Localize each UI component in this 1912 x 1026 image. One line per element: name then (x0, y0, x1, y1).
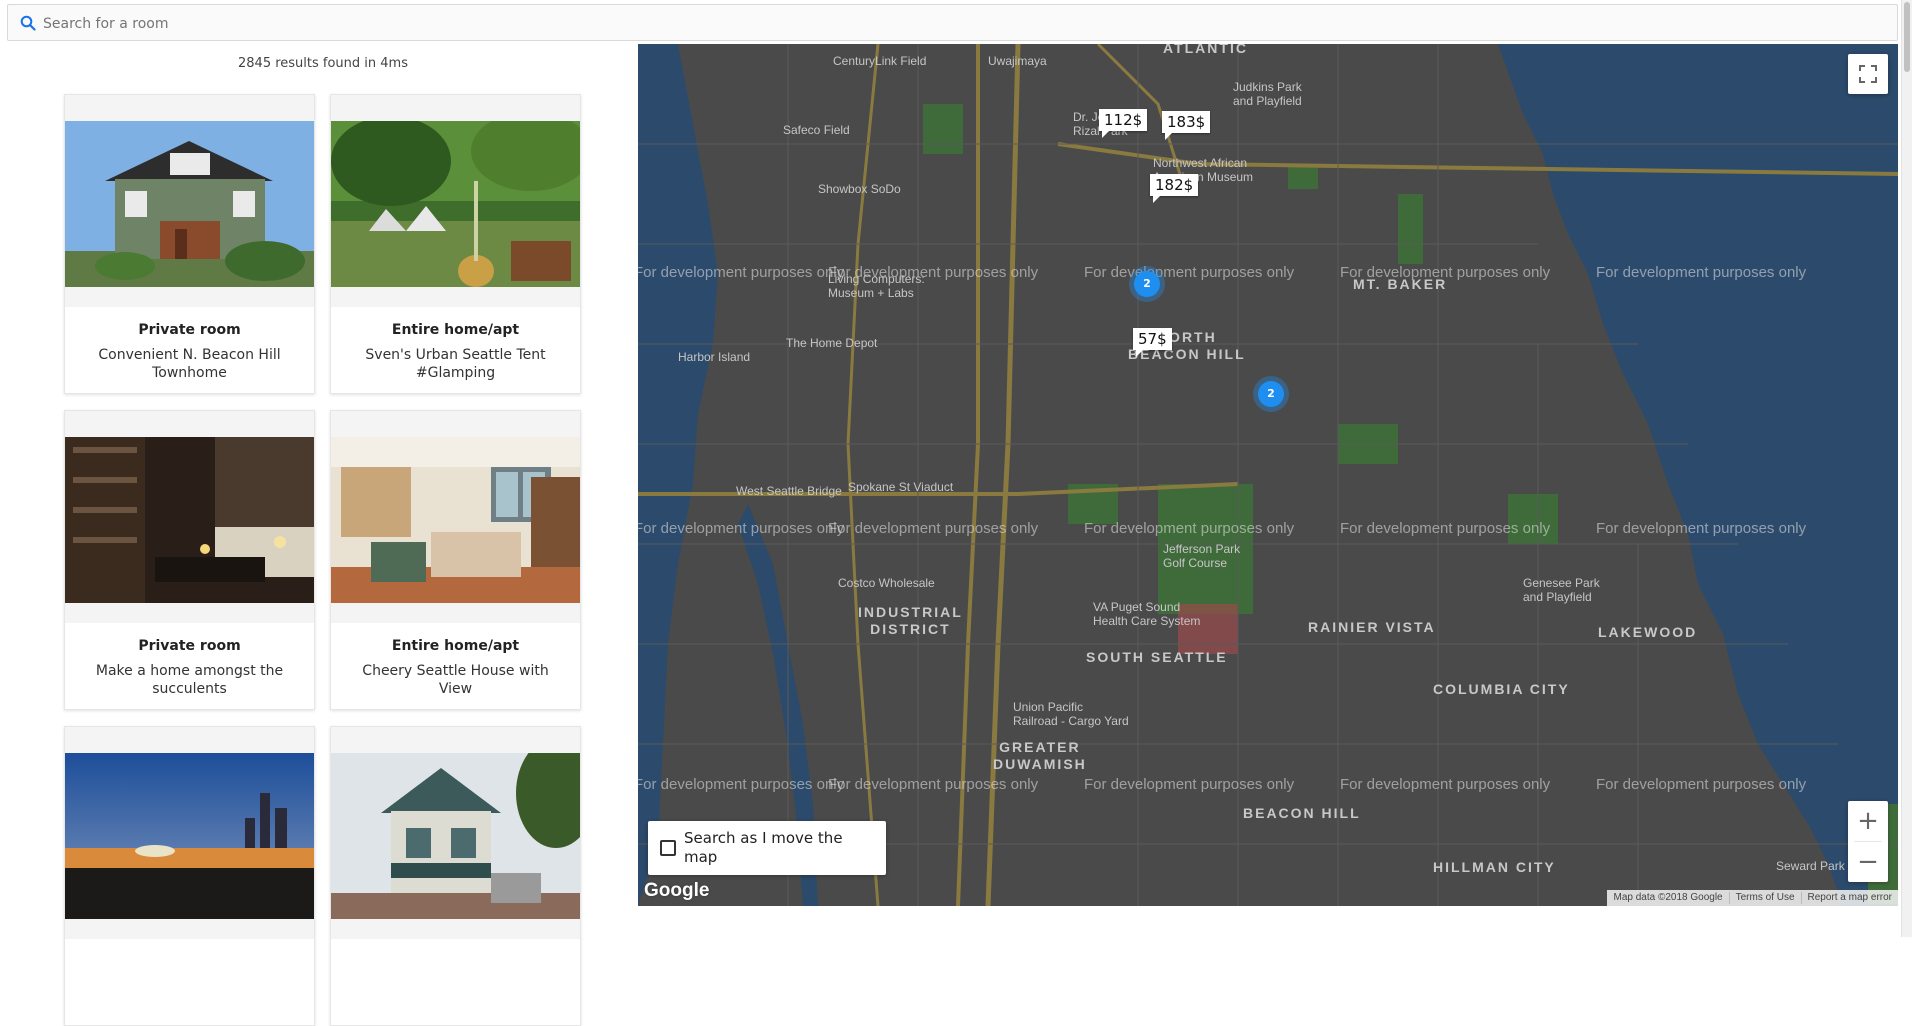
price-marker[interactable]: 183$ (1162, 111, 1211, 140)
listing-card[interactable]: Entire home/apt Sven's Urban Seattle Ten… (330, 94, 581, 394)
price-marker[interactable]: 112$ (1099, 109, 1148, 138)
listing-type: Private room (138, 638, 241, 654)
search-bar[interactable] (7, 4, 1898, 41)
district-label: MT. BAKER (1353, 276, 1448, 292)
dev-watermark: For development purposes only (638, 264, 845, 281)
poi-label: Harbor Island (678, 350, 751, 364)
dev-watermark: For development purposes only (828, 520, 1039, 537)
poi-label: Spokane St Viaduct (848, 480, 954, 494)
poi-label: Seward Park (1776, 859, 1845, 873)
search-as-move-control[interactable]: Search as I move the map (648, 821, 886, 875)
poi-label: Jefferson Park Golf Course (1163, 542, 1241, 570)
listing-photo[interactable] (331, 121, 580, 287)
district-label: COLUMBIA CITY (1433, 681, 1570, 697)
price-marker[interactable]: 57$ (1133, 328, 1172, 357)
map[interactable]: For development purposes only For develo… (638, 44, 1898, 906)
district-label: LAKEWOOD (1598, 624, 1698, 640)
poi-label: Safeco Field (783, 123, 850, 137)
dev-watermark: For development purposes only (1340, 520, 1551, 537)
district-label: HILLMAN CITY (1433, 859, 1556, 875)
listing-photo[interactable] (331, 437, 580, 603)
poi-label: Showbox SoDo (818, 182, 901, 196)
dev-watermark: For development purposes only (1084, 520, 1295, 537)
poi-label: Genesee Park and Playfield (1523, 576, 1600, 604)
fullscreen-icon (1859, 65, 1877, 83)
poi-label: Costco Wholesale (838, 576, 935, 590)
map-data-text: Map data ©2018 Google (1613, 892, 1723, 903)
listing-card[interactable]: Private room Make a home amongst the suc… (64, 410, 315, 710)
dev-watermark: For development purposes only (1596, 264, 1807, 281)
poi-label: CenturyLink Field (833, 54, 927, 68)
fullscreen-button[interactable] (1848, 54, 1888, 94)
poi-label: The Home Depot (786, 336, 878, 350)
district-label: RAINIER VISTA (1308, 619, 1436, 635)
dev-watermark: For development purposes only (1084, 776, 1295, 793)
listing-card[interactable]: Entire home/apt Cheery Seattle House wit… (330, 410, 581, 710)
map-attribution: Map data ©2018 Google Terms of Use Repor… (1607, 890, 1898, 906)
poi-label: Union Pacific Railroad - Cargo Yard (1013, 700, 1129, 728)
zoom-control: + − (1848, 801, 1888, 882)
listing-title[interactable]: Convenient N. Beacon Hill Townhome (79, 346, 300, 382)
search-input[interactable] (41, 9, 1885, 39)
district-label: GREATER DUWAMISH (993, 739, 1087, 772)
district-label: SOUTH SEATTLE (1086, 649, 1228, 665)
poi-label: West Seattle Bridge (736, 484, 842, 498)
listing-photo[interactable] (65, 753, 314, 919)
dev-watermark: For development purposes only (828, 776, 1039, 793)
zoom-in-button[interactable]: + (1848, 801, 1888, 841)
listing-type: Entire home/apt (391, 638, 520, 654)
report-error-link[interactable]: Report a map error (1800, 892, 1898, 904)
listing-photo[interactable] (65, 121, 314, 287)
results-count: 2845 results found in 4ms (238, 56, 408, 71)
zoom-out-button[interactable]: − (1848, 842, 1888, 882)
district-label: ATLANTIC (1163, 44, 1248, 56)
dev-watermark: For development purposes only (1596, 520, 1807, 537)
search-icon (20, 15, 36, 31)
dev-watermark: For development purposes only (1596, 776, 1807, 793)
search-as-move-checkbox[interactable] (660, 840, 676, 856)
poi-label: Uwajimaya (988, 54, 1047, 68)
district-label: BEACON HILL (1243, 805, 1361, 821)
dev-watermark: For development purposes only (638, 520, 845, 537)
google-logo[interactable]: Google (644, 880, 709, 902)
listing-type: Entire home/apt (391, 322, 520, 338)
poi-label: Living Computers: Museum + Labs (828, 272, 925, 300)
poi-label: Judkins Park and Playfield (1233, 80, 1302, 108)
listing-photo[interactable] (331, 753, 580, 919)
listing-type: Private room (138, 322, 241, 338)
dev-watermark: For development purposes only (1084, 264, 1295, 281)
search-as-move-label[interactable]: Search as I move the map (684, 829, 874, 867)
listing-title[interactable]: Make a home amongst the succulents (79, 662, 300, 698)
map-cluster[interactable]: 2 (1258, 381, 1284, 407)
dev-watermark: For development purposes only (638, 776, 845, 793)
listing-title[interactable]: Sven's Urban Seattle Tent #Glamping (345, 346, 566, 382)
page-scrollbar[interactable] (1901, 0, 1912, 937)
price-marker[interactable]: 182$ (1150, 174, 1199, 203)
listing-title[interactable]: Cheery Seattle House with View (345, 662, 566, 698)
listing-photo[interactable] (65, 437, 314, 603)
listing-card[interactable] (330, 726, 581, 1026)
poi-label: VA Puget Sound Health Care System (1093, 600, 1201, 628)
listing-card[interactable]: Private room Convenient N. Beacon Hill T… (64, 94, 315, 394)
district-label: INDUSTRIAL DISTRICT (858, 604, 963, 637)
terms-link[interactable]: Terms of Use (1728, 892, 1801, 904)
listing-card[interactable] (64, 726, 315, 1026)
map-cluster[interactable]: 2 (1134, 271, 1160, 297)
dev-watermark: For development purposes only (1340, 776, 1551, 793)
